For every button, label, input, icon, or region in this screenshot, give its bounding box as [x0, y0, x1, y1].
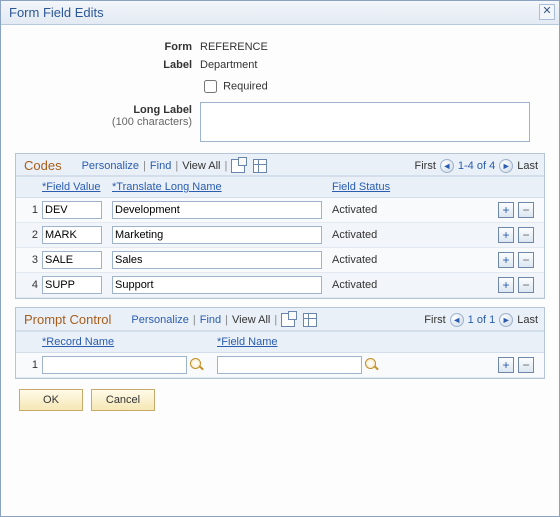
col-field-value[interactable]: *Field Value	[42, 181, 112, 193]
close-icon[interactable]: ✕	[539, 4, 555, 20]
codes-next-button[interactable]: ►	[499, 159, 513, 173]
row-number: 1	[20, 359, 42, 371]
prompt-range-link[interactable]: 1 of 1	[468, 314, 496, 326]
prompt-rows: 1 +−	[16, 353, 544, 378]
spreadsheet-icon[interactable]	[303, 313, 317, 327]
prompt-toolbar: Personalize | Find | View All |	[131, 313, 418, 327]
col-record-name[interactable]: *Record Name	[42, 336, 217, 348]
field-status-value: Activated	[332, 229, 432, 241]
row-number: 1	[20, 204, 42, 216]
form-value: REFERENCE	[200, 41, 545, 53]
content-area: Form REFERENCE Label Department Required…	[1, 25, 559, 431]
record-name-input[interactable]	[42, 356, 187, 374]
codes-section: Codes Personalize | Find | View All | Fi…	[15, 153, 545, 299]
longlabel-label: Long Label	[133, 104, 192, 116]
delete-row-button[interactable]: −	[518, 357, 534, 373]
add-row-button[interactable]: +	[498, 252, 514, 268]
codes-title: Codes	[24, 158, 62, 173]
cancel-button[interactable]: Cancel	[91, 389, 155, 411]
window-title: Form Field Edits	[9, 5, 104, 20]
titlebar: Form Field Edits ✕	[1, 1, 559, 25]
field-value-input[interactable]	[42, 201, 102, 219]
zoom-icon[interactable]	[231, 159, 245, 173]
codes-viewall-label: View All	[182, 160, 220, 172]
required-label: Required	[223, 80, 268, 92]
delete-row-button[interactable]: −	[518, 252, 534, 268]
row-number: 3	[20, 254, 42, 266]
codes-paging: First ◄ 1-4 of 4 ► Last	[409, 159, 539, 173]
codes-header-row: *Field Value *Translate Long Name Field …	[16, 176, 544, 198]
codes-range-link[interactable]: 1-4 of 4	[458, 160, 495, 172]
translate-long-name-input[interactable]	[112, 201, 322, 219]
codes-personalize-link[interactable]: Personalize	[82, 160, 139, 172]
add-row-button[interactable]: +	[498, 202, 514, 218]
field-status-value: Activated	[332, 254, 432, 266]
button-row: OK Cancel	[15, 379, 545, 421]
prompt-viewall-label: View All	[232, 314, 270, 326]
add-row-button[interactable]: +	[498, 227, 514, 243]
table-row: 2 Activated +−	[16, 223, 544, 248]
form-label: Form	[15, 41, 200, 53]
prompt-section: Prompt Control Personalize | Find | View…	[15, 307, 545, 379]
zoom-icon[interactable]	[281, 313, 295, 327]
lookup-icon[interactable]	[189, 357, 205, 373]
row-number: 4	[20, 279, 42, 291]
longlabel-hint: (100 characters)	[112, 116, 192, 128]
prompt-header-row: *Record Name *Field Name	[16, 331, 544, 353]
prompt-next-button[interactable]: ►	[499, 313, 513, 327]
prompt-find-link[interactable]: Find	[200, 314, 221, 326]
label-label: Label	[15, 59, 200, 71]
field-status-value: Activated	[332, 204, 432, 216]
translate-long-name-input[interactable]	[112, 251, 322, 269]
delete-row-button[interactable]: −	[518, 277, 534, 293]
codes-toolbar: Personalize | Find | View All |	[82, 159, 409, 173]
prompt-title: Prompt Control	[24, 312, 111, 328]
field-name-input[interactable]	[217, 356, 362, 374]
translate-long-name-input[interactable]	[112, 226, 322, 244]
lookup-icon[interactable]	[364, 357, 380, 373]
prompt-paging: First ◄ 1 of 1 ► Last	[418, 313, 538, 327]
delete-row-button[interactable]: −	[518, 202, 534, 218]
table-row: 3 Activated +−	[16, 248, 544, 273]
table-row: 4 Activated +−	[16, 273, 544, 298]
add-row-button[interactable]: +	[498, 357, 514, 373]
codes-last-label: Last	[517, 160, 538, 172]
field-value-input[interactable]	[42, 276, 102, 294]
spreadsheet-icon[interactable]	[253, 159, 267, 173]
prompt-personalize-link[interactable]: Personalize	[131, 314, 188, 326]
prompt-prev-button[interactable]: ◄	[450, 313, 464, 327]
delete-row-button[interactable]: −	[518, 227, 534, 243]
col-translate-long-name[interactable]: *Translate Long Name	[112, 181, 332, 193]
field-status-value: Activated	[332, 279, 432, 291]
col-field-status[interactable]: Field Status	[332, 181, 432, 193]
ok-button[interactable]: OK	[19, 389, 83, 411]
table-row: 1 +−	[16, 353, 544, 378]
codes-rows: 1Activated+−2Activated+−3Activated+−4Act…	[16, 198, 544, 298]
codes-find-link[interactable]: Find	[150, 160, 171, 172]
row-number: 2	[20, 229, 42, 241]
col-field-name[interactable]: *Field Name	[217, 336, 392, 348]
label-value: Department	[200, 59, 545, 71]
longlabel-input[interactable]	[200, 102, 530, 142]
codes-first-label: First	[415, 160, 436, 172]
dialog-window: Form Field Edits ✕ Form REFERENCE Label …	[0, 0, 560, 517]
field-value-input[interactable]	[42, 226, 102, 244]
codes-prev-button[interactable]: ◄	[440, 159, 454, 173]
prompt-first-label: First	[424, 314, 445, 326]
required-checkbox[interactable]	[204, 80, 217, 93]
translate-long-name-input[interactable]	[112, 276, 322, 294]
field-value-input[interactable]	[42, 251, 102, 269]
add-row-button[interactable]: +	[498, 277, 514, 293]
table-row: 1 Activated +−	[16, 198, 544, 223]
required-row: Required	[200, 77, 545, 96]
prompt-last-label: Last	[517, 314, 538, 326]
